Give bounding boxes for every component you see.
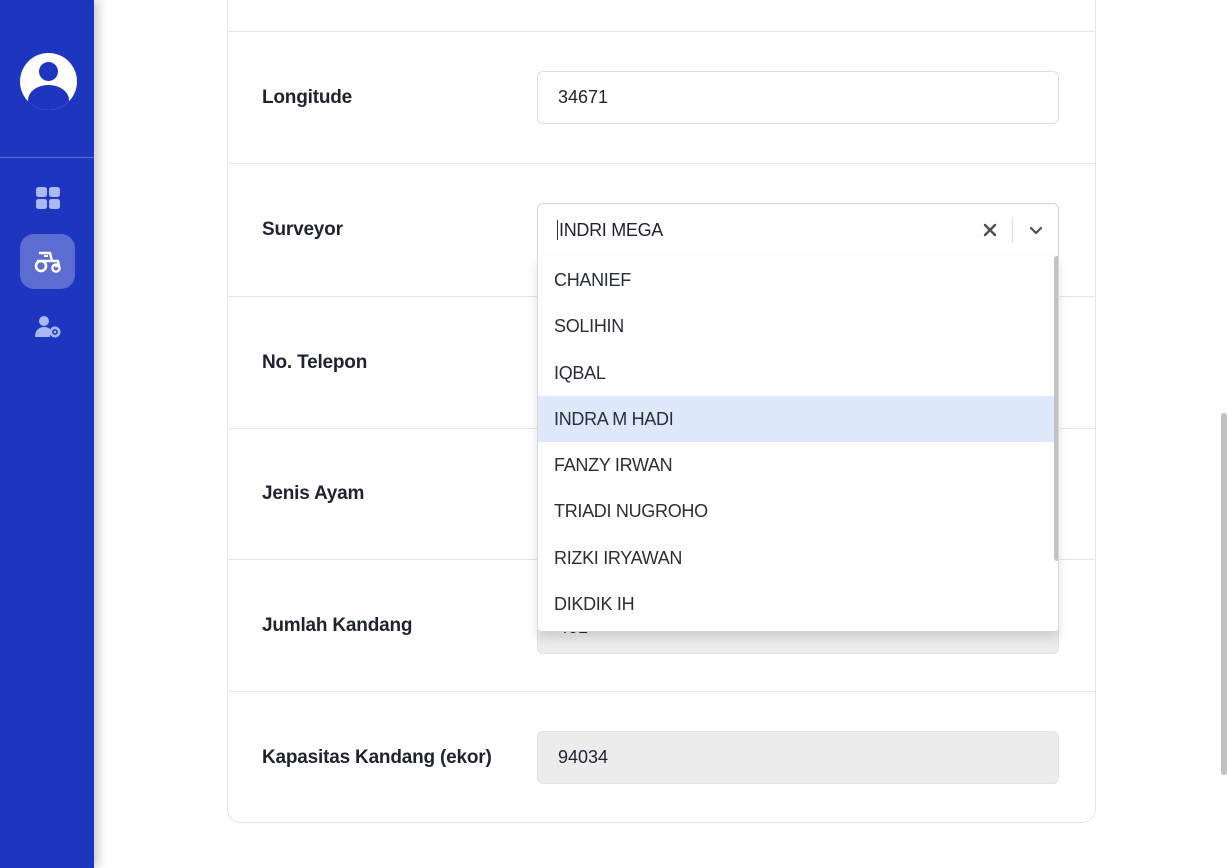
coop-count-label: Jumlah Kandang	[262, 614, 413, 636]
nav-dashboard[interactable]	[20, 170, 75, 225]
coop-capacity-row: Kapasitas Kandang (ekor) 94034	[228, 691, 1095, 823]
user-avatar-icon[interactable]	[20, 53, 77, 110]
nav-farm[interactable]	[20, 234, 75, 289]
sidebar	[0, 0, 94, 868]
longitude-label: Longitude	[262, 86, 353, 108]
dropdown-option[interactable]: CHANIEF	[538, 257, 1054, 303]
surveyor-dropdown-menu: CHANIEF SOLIHIN IQBAL INDRA M HADI FANZY…	[537, 256, 1059, 632]
dropdown-option[interactable]: DIKDIK IH	[538, 581, 1054, 627]
dropdown-option[interactable]: RIZKI IRYAWAN	[538, 535, 1054, 581]
sidebar-divider	[0, 157, 94, 158]
coop-capacity-value: 94034	[558, 747, 609, 767]
coop-capacity-input: 94034	[537, 731, 1059, 784]
select-separator	[1012, 218, 1013, 242]
nav-user-settings[interactable]	[20, 299, 75, 354]
page-scrollbar[interactable]	[1221, 413, 1227, 775]
dropdown-scrollbar[interactable]	[1054, 256, 1058, 561]
dropdown-option[interactable]: IQBAL	[538, 350, 1054, 396]
dashboard-grid-icon	[35, 186, 60, 209]
longitude-row: Longitude 34671	[228, 31, 1095, 163]
dropdown-option[interactable]: TRIADI NUGROHO	[538, 488, 1054, 534]
surveyor-select[interactable]: INDRI MEGA	[537, 203, 1059, 257]
coop-capacity-label: Kapasitas Kandang (ekor)	[262, 746, 492, 768]
clear-selection-button[interactable]	[977, 217, 1003, 243]
close-icon	[983, 223, 997, 237]
chevron-down-icon	[1029, 226, 1043, 234]
dropdown-toggle-button[interactable]	[1022, 217, 1050, 243]
chicken-type-label: Jenis Ayam	[262, 483, 365, 504]
user-settings-icon	[34, 315, 60, 337]
dropdown-option-highlighted[interactable]: INDRA M HADI	[538, 396, 1054, 442]
tractor-icon	[34, 251, 61, 273]
dropdown-option[interactable]: FANZY IRWAN	[538, 442, 1054, 488]
surveyor-selected-value[interactable]: INDRI MEGA	[557, 220, 663, 240]
longitude-input[interactable]: 34671	[537, 71, 1059, 124]
phone-label: No. Telepon	[262, 351, 368, 373]
surveyor-label: Surveyor	[262, 219, 343, 240]
dropdown-option[interactable]: SOLIHIN	[538, 303, 1054, 349]
longitude-value: 34671	[558, 87, 609, 107]
